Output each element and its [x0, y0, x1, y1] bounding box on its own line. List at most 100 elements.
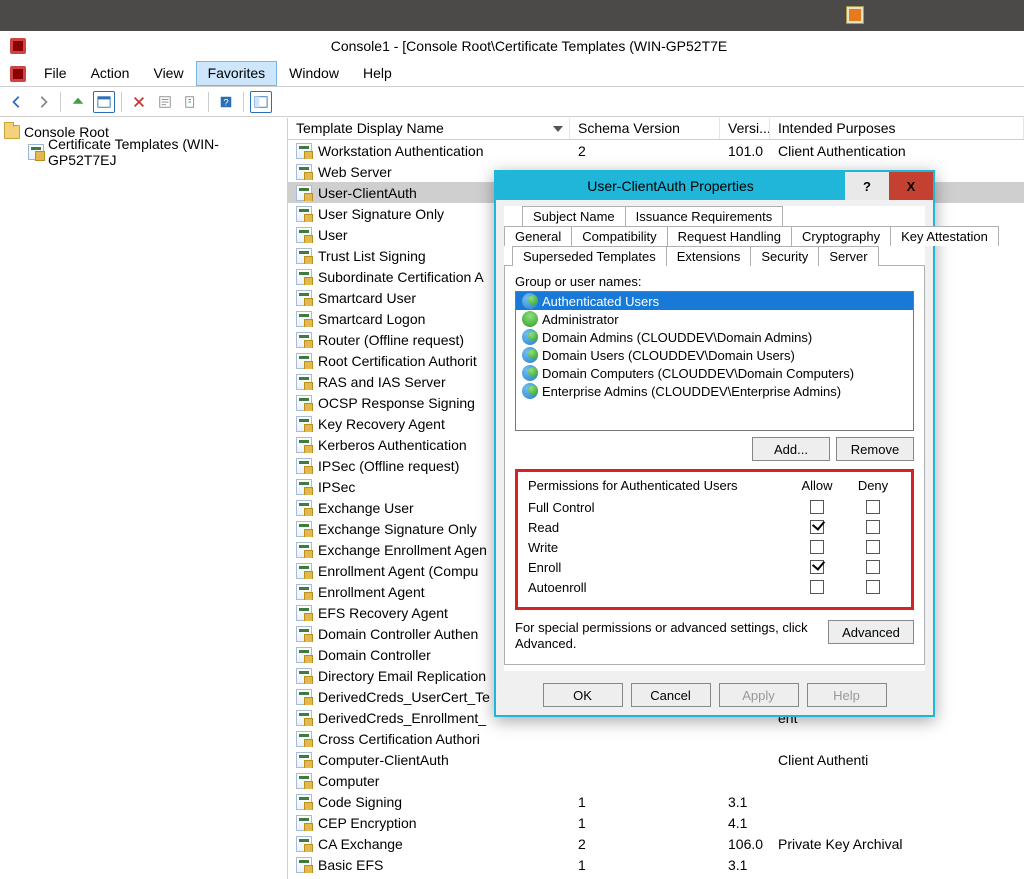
tab-general[interactable]: General	[504, 226, 572, 246]
cert-icon	[296, 605, 312, 621]
menu-action[interactable]: Action	[79, 61, 142, 86]
cert-icon	[296, 290, 312, 306]
group-item[interactable]: Authenticated Users	[516, 292, 913, 310]
cert-icon	[296, 794, 312, 810]
allow-checkbox[interactable]	[810, 540, 824, 554]
col-version[interactable]: Versi...	[720, 118, 770, 139]
app-icon	[10, 38, 26, 54]
table-row[interactable]: CA Exchange2106.0Private Key Archival	[288, 833, 1024, 854]
cert-icon	[296, 164, 312, 180]
cert-icon	[296, 227, 312, 243]
menu-favorites[interactable]: Favorites	[196, 61, 278, 86]
deny-checkbox[interactable]	[866, 540, 880, 554]
cert-icon	[296, 311, 312, 327]
remove-button[interactable]: Remove	[836, 437, 914, 461]
allow-header: Allow	[789, 478, 845, 493]
view-button[interactable]	[250, 91, 272, 113]
security-tab-panel: Group or user names: Authenticated Users…	[504, 265, 925, 665]
table-row[interactable]: CEP Encryption14.1	[288, 812, 1024, 833]
dialog-help-button[interactable]: ?	[845, 172, 889, 200]
deny-header: Deny	[845, 478, 901, 493]
group-user-list[interactable]: Authenticated UsersAdministratorDomain A…	[515, 291, 914, 431]
toolbar: ?	[0, 87, 1024, 117]
help-dialog-button[interactable]: Help	[807, 683, 887, 707]
permission-row: Full Control	[528, 497, 901, 517]
allow-checkbox[interactable]	[810, 580, 824, 594]
cert-icon	[296, 416, 312, 432]
cert-icon	[296, 437, 312, 453]
col-schema[interactable]: Schema Version	[570, 118, 720, 139]
cert-icon	[296, 815, 312, 831]
table-row[interactable]: Code Signing13.1	[288, 791, 1024, 812]
group-item[interactable]: Enterprise Admins (CLOUDDEV\Enterprise A…	[516, 382, 913, 400]
table-row[interactable]: Cross Certification Authori	[288, 728, 1024, 749]
properties-button[interactable]	[154, 91, 176, 113]
up-button[interactable]	[67, 91, 89, 113]
menu-window[interactable]: Window	[277, 61, 351, 86]
deny-checkbox[interactable]	[866, 520, 880, 534]
table-row[interactable]: Computer-ClientAuthClient Authenti	[288, 749, 1024, 770]
dialog-titlebar[interactable]: User-ClientAuth Properties ? X	[496, 172, 933, 200]
table-row[interactable]: Computer	[288, 770, 1024, 791]
tab-key-attestation[interactable]: Key Attestation	[890, 226, 999, 246]
permissions-title: Permissions for Authenticated Users	[528, 478, 789, 493]
export-button[interactable]	[180, 91, 202, 113]
cert-icon	[296, 731, 312, 747]
cert-icon	[296, 752, 312, 768]
tab-issuance-requirements[interactable]: Issuance Requirements	[625, 206, 784, 226]
tray-icon	[846, 6, 864, 24]
tab-extensions[interactable]: Extensions	[666, 246, 752, 266]
deny-checkbox[interactable]	[866, 500, 880, 514]
menu-help[interactable]: Help	[351, 61, 404, 86]
dialog-close-button[interactable]: X	[889, 172, 933, 200]
cancel-button[interactable]: Cancel	[631, 683, 711, 707]
special-permissions-text: For special permissions or advanced sett…	[515, 620, 828, 652]
col-purposes[interactable]: Intended Purposes	[770, 118, 1024, 139]
tab-superseded-templates[interactable]: Superseded Templates	[512, 246, 667, 266]
properties-dialog: User-ClientAuth Properties ? X Subject N…	[494, 170, 935, 717]
cert-icon	[296, 395, 312, 411]
group-item[interactable]: Domain Users (CLOUDDEV\Domain Users)	[516, 346, 913, 364]
tab-cryptography[interactable]: Cryptography	[791, 226, 891, 246]
cert-icon	[296, 542, 312, 558]
tab-server[interactable]: Server	[818, 246, 878, 266]
cert-icon	[296, 773, 312, 789]
tab-request-handling[interactable]: Request Handling	[667, 226, 792, 246]
delete-button[interactable]	[128, 91, 150, 113]
allow-checkbox[interactable]	[810, 500, 824, 514]
group-item[interactable]: Administrator	[516, 310, 913, 328]
permission-row: Enroll	[528, 557, 901, 577]
cert-icon	[296, 458, 312, 474]
help-button[interactable]: ?	[215, 91, 237, 113]
back-button[interactable]	[6, 91, 28, 113]
add-button[interactable]: Add...	[752, 437, 830, 461]
group-item[interactable]: Domain Computers (CLOUDDEV\Domain Comput…	[516, 364, 913, 382]
ok-button[interactable]: OK	[543, 683, 623, 707]
permission-row: Write	[528, 537, 901, 557]
tab-subject-name[interactable]: Subject Name	[522, 206, 626, 226]
forward-button[interactable]	[32, 91, 54, 113]
window-titlebar: Console1 - [Console Root\Certificate Tem…	[0, 31, 1024, 61]
tree-child[interactable]: Certificate Templates (WIN-GP52T7EJ	[0, 142, 287, 162]
cert-icon	[296, 479, 312, 495]
allow-checkbox[interactable]	[810, 560, 824, 574]
permission-row: Autoenroll	[528, 577, 901, 597]
group-icon	[522, 293, 538, 309]
table-row[interactable]: Basic EFS13.1	[288, 854, 1024, 875]
menu-view[interactable]: View	[141, 61, 195, 86]
table-row[interactable]: Workstation Authentication2101.0Client A…	[288, 140, 1024, 161]
tab-security[interactable]: Security	[750, 246, 819, 266]
deny-checkbox[interactable]	[866, 560, 880, 574]
col-name[interactable]: Template Display Name	[288, 118, 570, 139]
deny-checkbox[interactable]	[866, 580, 880, 594]
allow-checkbox[interactable]	[810, 520, 824, 534]
group-item[interactable]: Domain Admins (CLOUDDEV\Domain Admins)	[516, 328, 913, 346]
menu-file[interactable]: File	[32, 61, 79, 86]
tab-compatibility[interactable]: Compatibility	[571, 226, 667, 246]
group-icon	[522, 383, 538, 399]
cert-icon	[296, 500, 312, 516]
apply-button[interactable]: Apply	[719, 683, 799, 707]
advanced-button[interactable]: Advanced	[828, 620, 914, 644]
cert-icon	[296, 626, 312, 642]
show-hide-tree-button[interactable]	[93, 91, 115, 113]
